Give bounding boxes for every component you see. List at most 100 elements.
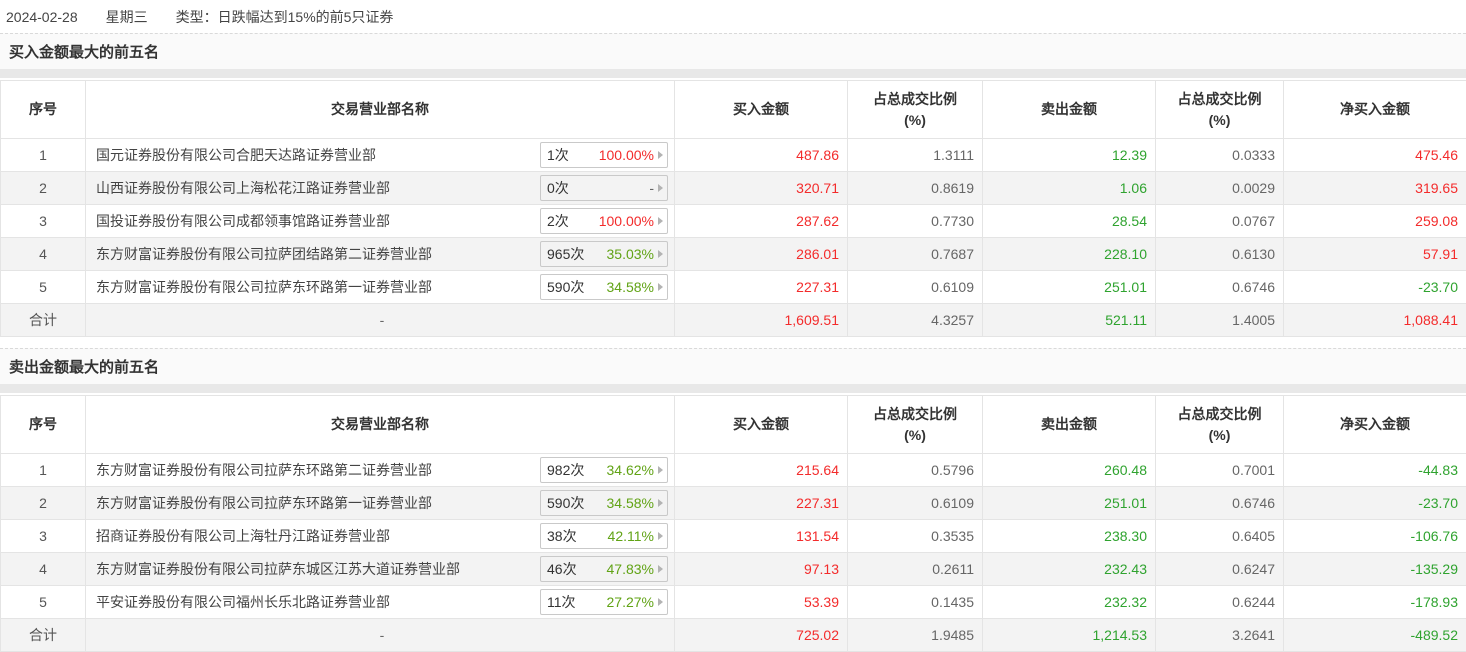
row-index-cell: 3 — [1, 520, 86, 553]
chevron-right-icon — [658, 283, 663, 291]
department-cell: 山西证券股份有限公司上海松花江路证券营业部 0次- — [86, 172, 675, 205]
department-link[interactable]: 东方财富证券股份有限公司拉萨东环路第二证券营业部 — [96, 460, 432, 480]
buy-ratio-cell: 0.1435 — [848, 586, 983, 619]
visit-count: 46次 — [547, 559, 603, 579]
department-link[interactable]: 东方财富证券股份有限公司拉萨东环路第一证券营业部 — [96, 493, 432, 513]
department-cell: - — [86, 304, 675, 337]
list-type-value: 日跌幅达到15%的前5只证券 — [218, 7, 394, 27]
sell-ratio-cell: 3.2641 — [1156, 619, 1284, 652]
visits-badge[interactable]: 590次34.58% — [540, 490, 668, 516]
win-rate: 100.00% — [599, 213, 654, 229]
visits-badge[interactable]: 590次34.58% — [540, 274, 668, 300]
sell-ratio-cell: 0.0333 — [1156, 139, 1284, 172]
sell-top5-table: 序号 交易营业部名称 买入金额 占总成交比例 (%) 卖出金额 占总成交比例 (… — [0, 395, 1466, 652]
table-row: 5东方财富证券股份有限公司拉萨东环路第一证券营业部590次34.58%227.3… — [1, 271, 1466, 304]
net-amount-cell: -178.93 — [1284, 586, 1466, 619]
win-rate: 34.58% — [607, 279, 654, 295]
buy-ratio-cell: 1.9485 — [848, 619, 983, 652]
visits-badge[interactable]: 1次100.00% — [540, 142, 668, 168]
department-link[interactable]: 东方财富证券股份有限公司拉萨东城区江苏大道证券营业部 — [96, 559, 460, 579]
sell-amount-cell: 521.11 — [983, 304, 1156, 337]
department-cell: 东方财富证券股份有限公司拉萨东环路第二证券营业部 982次34.62% — [86, 454, 675, 487]
win-rate: 47.83% — [607, 561, 654, 577]
col-buy-ratio: 占总成交比例 (%) — [848, 81, 983, 139]
sell-amount-cell: 251.01 — [983, 271, 1156, 304]
visits-badge[interactable]: 965次35.03% — [540, 241, 668, 267]
visits-badge[interactable]: 0次- — [540, 175, 668, 201]
net-amount-cell: -44.83 — [1284, 454, 1466, 487]
visits-badge[interactable]: 46次47.83% — [540, 556, 668, 582]
row-index-cell: 2 — [1, 172, 86, 205]
table-header-row: 序号 交易营业部名称 买入金额 占总成交比例 (%) 卖出金额 占总成交比例 (… — [1, 81, 1466, 139]
buy-amount-cell: 97.13 — [675, 553, 848, 586]
department-cell: 东方财富证券股份有限公司拉萨东环路第一证券营业部 590次34.58% — [86, 271, 675, 304]
net-amount-cell: 475.46 — [1284, 139, 1466, 172]
col-net-amount: 净买入金额 — [1284, 396, 1466, 454]
list-type: 类型： 日跌幅达到15%的前5只证券 — [176, 7, 394, 27]
sell-section-title: 卖出金额最大的前五名 — [0, 348, 1466, 393]
total-row: 合计-1,609.514.3257521.111.40051,088.41 — [1, 304, 1466, 337]
trade-date: 2024-02-28 — [6, 9, 78, 25]
sell-ratio-cell: 0.0767 — [1156, 205, 1284, 238]
buy-ratio-cell: 0.6109 — [848, 271, 983, 304]
department-link[interactable]: 山西证券股份有限公司上海松花江路证券营业部 — [96, 178, 390, 198]
sell-ratio-cell: 0.7001 — [1156, 454, 1284, 487]
visits-badge[interactable]: 11次27.27% — [540, 589, 668, 615]
net-amount-cell: 319.65 — [1284, 172, 1466, 205]
buy-amount-cell: 1,609.51 — [675, 304, 848, 337]
buy-amount-cell: 286.01 — [675, 238, 848, 271]
date-bar: 2024-02-28 星期三 类型： 日跌幅达到15%的前5只证券 — [0, 0, 1466, 33]
win-rate: 42.11% — [608, 528, 654, 544]
col-index: 序号 — [1, 396, 86, 454]
department-cell: 招商证券股份有限公司上海牡丹江路证券营业部 38次42.11% — [86, 520, 675, 553]
chevron-right-icon — [658, 184, 663, 192]
net-amount-cell: 259.08 — [1284, 205, 1466, 238]
department-link[interactable]: 国元证券股份有限公司合肥天达路证券营业部 — [96, 145, 376, 165]
col-buy-ratio: 占总成交比例 (%) — [848, 396, 983, 454]
sell-amount-cell: 260.48 — [983, 454, 1156, 487]
department-link[interactable]: 平安证券股份有限公司福州长乐北路证券营业部 — [96, 592, 390, 612]
visits-badge[interactable]: 982次34.62% — [540, 457, 668, 483]
buy-ratio-cell: 0.8619 — [848, 172, 983, 205]
sell-ratio-cell: 1.4005 — [1156, 304, 1284, 337]
department-cell: 平安证券股份有限公司福州长乐北路证券营业部 11次27.27% — [86, 586, 675, 619]
col-buy-amount: 买入金额 — [675, 81, 848, 139]
buy-ratio-cell: 4.3257 — [848, 304, 983, 337]
sell-ratio-cell: 0.6746 — [1156, 487, 1284, 520]
sell-amount-cell: 1,214.53 — [983, 619, 1156, 652]
buy-amount-cell: 227.31 — [675, 271, 848, 304]
sell-amount-cell: 232.32 — [983, 586, 1156, 619]
win-rate: 35.03% — [607, 246, 654, 262]
win-rate: - — [649, 180, 654, 196]
department-cell: 国元证券股份有限公司合肥天达路证券营业部 1次100.00% — [86, 139, 675, 172]
sell-amount-cell: 228.10 — [983, 238, 1156, 271]
table-row: 2山西证券股份有限公司上海松花江路证券营业部0次-320.710.86191.0… — [1, 172, 1466, 205]
row-index-cell: 3 — [1, 205, 86, 238]
chevron-right-icon — [658, 532, 663, 540]
row-index-cell: 4 — [1, 553, 86, 586]
table-row: 1东方财富证券股份有限公司拉萨东环路第二证券营业部982次34.62%215.6… — [1, 454, 1466, 487]
buy-amount-cell: 487.86 — [675, 139, 848, 172]
chevron-right-icon — [658, 250, 663, 258]
department-cell: - — [86, 619, 675, 652]
department-cell: 东方财富证券股份有限公司拉萨东环路第一证券营业部 590次34.58% — [86, 487, 675, 520]
table-row: 3国投证券股份有限公司成都领事馆路证券营业部2次100.00%287.620.7… — [1, 205, 1466, 238]
table-row: 1国元证券股份有限公司合肥天达路证券营业部1次100.00%487.861.31… — [1, 139, 1466, 172]
visit-count: 590次 — [547, 493, 603, 513]
row-index-cell: 4 — [1, 238, 86, 271]
department-link[interactable]: 东方财富证券股份有限公司拉萨东环路第一证券营业部 — [96, 277, 432, 297]
sell-amount-cell: 251.01 — [983, 487, 1156, 520]
visits-badge[interactable]: 2次100.00% — [540, 208, 668, 234]
win-rate: 27.27% — [607, 594, 654, 610]
row-index-cell: 5 — [1, 586, 86, 619]
department-link[interactable]: 国投证券股份有限公司成都领事馆路证券营业部 — [96, 211, 390, 231]
visit-count: 38次 — [547, 526, 604, 546]
chevron-right-icon — [658, 565, 663, 573]
table-row: 4 东方财富证券股份有限公司拉萨团结路第二证券营业部 965次35.03% 286.0… — [1, 238, 1466, 271]
department-link[interactable]: 东方财富证券股份有限公司拉萨团结路第二证券营业部 — [96, 244, 432, 264]
visits-badge[interactable]: 38次42.11% — [540, 523, 668, 549]
sell-amount-cell: 1.06 — [983, 172, 1156, 205]
department-link[interactable]: 招商证券股份有限公司上海牡丹江路证券营业部 — [96, 526, 390, 546]
col-sell-ratio: 占总成交比例 (%) — [1156, 81, 1284, 139]
row-index-cell: 1 — [1, 454, 86, 487]
